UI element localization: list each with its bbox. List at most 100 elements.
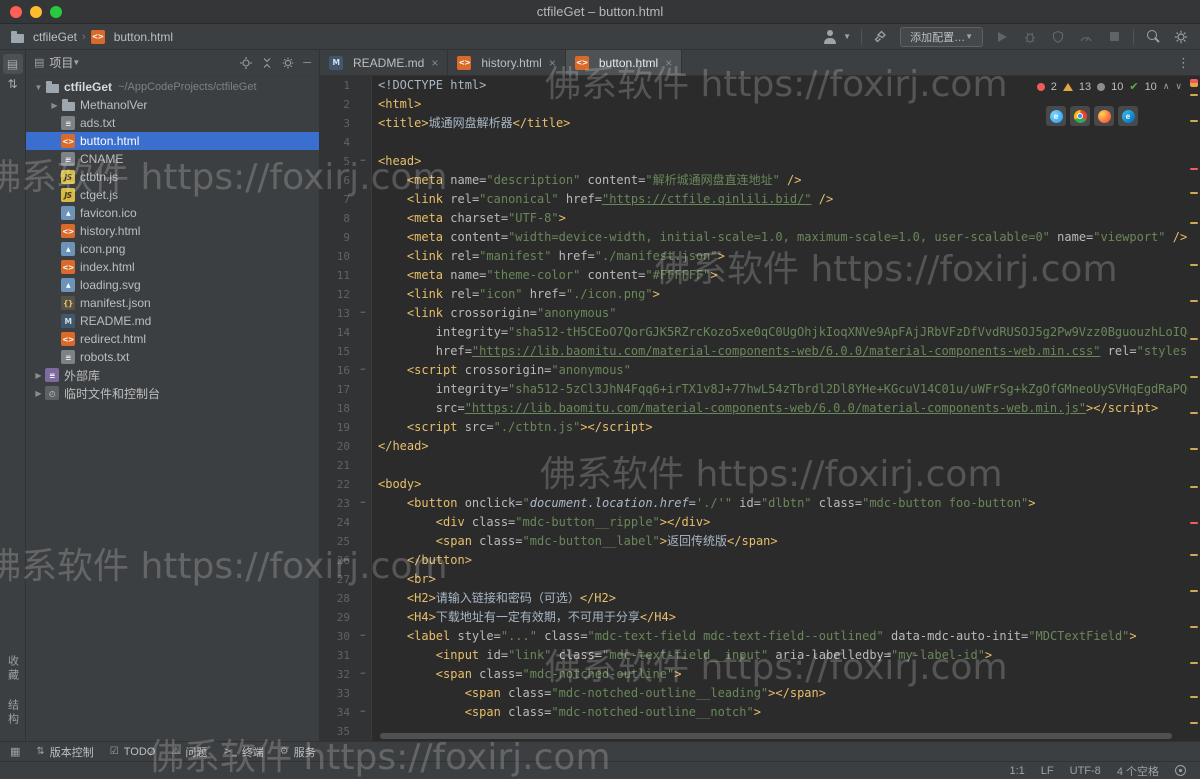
stripe-mark[interactable]	[1190, 554, 1198, 556]
stripe-mark[interactable]	[1190, 590, 1198, 592]
run-button[interactable]	[993, 28, 1011, 46]
code-line[interactable]: 29 <H4>下载地址有一定有效期，不可用于分享</H4>	[320, 608, 1188, 627]
stripe-mark[interactable]	[1190, 412, 1198, 414]
close-tab-icon[interactable]: ×	[549, 56, 556, 70]
line-number[interactable]: 4	[320, 133, 354, 152]
line-number[interactable]: 20	[320, 437, 354, 456]
line-number[interactable]: 18	[320, 399, 354, 418]
line-number[interactable]: 21	[320, 456, 354, 475]
code-line[interactable]: 27 <br>	[320, 570, 1188, 589]
editor-tab-button.html[interactable]: <>button.html×	[566, 50, 682, 75]
user-profile-icon[interactable]	[821, 28, 839, 46]
code-line[interactable]: 25 <span class="mdc-button__label">返回传统版…	[320, 532, 1188, 551]
line-number[interactable]: 5	[320, 152, 354, 171]
ie-browser-icon[interactable]: e	[1046, 106, 1066, 126]
fold-marker-icon[interactable]: −	[354, 494, 372, 513]
editor-tab-history.html[interactable]: <>history.html×	[448, 50, 565, 75]
add-configuration-button[interactable]: 添加配置…▼	[900, 27, 983, 47]
tree-item-ads.txt[interactable]: ≡ads.txt	[26, 114, 319, 132]
line-number[interactable]: 31	[320, 646, 354, 665]
locate-file-icon[interactable]	[240, 57, 252, 69]
code-line[interactable]: 23− <button onclick="document.location.h…	[320, 494, 1188, 513]
favorites-tool-button[interactable]: 收藏	[5, 655, 21, 683]
minimize-window-button[interactable]	[30, 6, 42, 18]
tree-item-ctget.js[interactable]: JSctget.js	[26, 186, 319, 204]
stripe-mark[interactable]	[1190, 662, 1198, 664]
tree-item-history.html[interactable]: <>history.html	[26, 222, 319, 240]
code-line[interactable]: 30− <label style="..." class="mdc-text-f…	[320, 627, 1188, 646]
fold-marker-icon[interactable]: −	[354, 665, 372, 684]
coverage-button[interactable]	[1049, 28, 1067, 46]
tree-item-loading.svg[interactable]: ▲loading.svg	[26, 276, 319, 294]
code-line[interactable]: 13− <link crossorigin="anonymous"	[320, 304, 1188, 323]
code-line[interactable]: 28 <H2>请输入链接和密码（可选）</H2>	[320, 589, 1188, 608]
code-line[interactable]: 11 <meta name="theme-color" content="#FF…	[320, 266, 1188, 285]
tool-window-button-终端[interactable]: >_终端	[223, 744, 263, 760]
line-number[interactable]: 30	[320, 627, 354, 646]
chevron-icon[interactable]: ▶	[32, 371, 45, 380]
stripe-mark[interactable]	[1190, 192, 1198, 194]
line-number[interactable]: 17	[320, 380, 354, 399]
line-number[interactable]: 8	[320, 209, 354, 228]
code-line[interactable]: 14 integrity="sha512-tH5CEoO7QorGJK5RZrc…	[320, 323, 1188, 342]
stripe-mark[interactable]	[1190, 522, 1198, 524]
line-number[interactable]: 24	[320, 513, 354, 532]
stripe-mark[interactable]	[1190, 120, 1198, 122]
close-window-button[interactable]	[10, 6, 22, 18]
line-number[interactable]: 23	[320, 494, 354, 513]
tree-item-CNAME[interactable]: ≡CNAME	[26, 150, 319, 168]
status-line-ending[interactable]: LF	[1041, 765, 1054, 777]
tool-window-button-TODO[interactable]: ☑TODO	[110, 746, 156, 758]
tree-item-MethanolVer[interactable]: ▶MethanolVer	[26, 96, 319, 114]
line-number[interactable]: 25	[320, 532, 354, 551]
tree-item-robots.txt[interactable]: ≡robots.txt	[26, 348, 319, 366]
code-line[interactable]: 21	[320, 456, 1188, 475]
line-number[interactable]: 9	[320, 228, 354, 247]
stripe-mark[interactable]	[1190, 168, 1198, 170]
code-line[interactable]: 9 <meta content="width=device-width, ini…	[320, 228, 1188, 247]
editor-tab-README.md[interactable]: MREADME.md×	[320, 50, 448, 75]
tool-window-button-服务[interactable]: ⚙服务	[280, 744, 316, 760]
line-number[interactable]: 11	[320, 266, 354, 285]
breadcrumb-item[interactable]: ctfileGet	[10, 30, 77, 44]
prev-problem-icon[interactable]: ∧	[1163, 81, 1170, 92]
code-area[interactable]: 1<!DOCTYPE html>2<html>3<title>城通网盘解析器</…	[320, 76, 1188, 741]
inspections-widget[interactable]: 2 13 10 ✔ 10 ∧ ∨	[1037, 80, 1182, 93]
line-number[interactable]: 2	[320, 95, 354, 114]
code-line[interactable]: 5−<head>	[320, 152, 1188, 171]
code-line[interactable]: 8 <meta charset="UTF-8">	[320, 209, 1188, 228]
line-number[interactable]: 3	[320, 114, 354, 133]
line-number[interactable]: 35	[320, 722, 354, 741]
line-number[interactable]: 26	[320, 551, 354, 570]
tree-item-ctfileGet[interactable]: ▼ctfileGet~/AppCodeProjects/ctfileGet	[26, 78, 319, 96]
code-line[interactable]: 10 <link rel="manifest" href="./manifest…	[320, 247, 1188, 266]
stripe-mark[interactable]	[1190, 696, 1198, 698]
code-line[interactable]: 4	[320, 133, 1188, 152]
code-line[interactable]: 26 </button>	[320, 551, 1188, 570]
next-problem-icon[interactable]: ∨	[1175, 81, 1182, 92]
tree-item-favicon.ico[interactable]: ▲favicon.ico	[26, 204, 319, 222]
line-number[interactable]: 14	[320, 323, 354, 342]
tree-item-redirect.html[interactable]: <>redirect.html	[26, 330, 319, 348]
collapse-all-icon[interactable]	[261, 57, 273, 69]
line-number[interactable]: 28	[320, 589, 354, 608]
fold-marker-icon[interactable]: −	[354, 703, 372, 722]
code-line[interactable]: 32− <span class="mdc-notched-outline">	[320, 665, 1188, 684]
line-number[interactable]: 10	[320, 247, 354, 266]
fold-marker-icon[interactable]: −	[354, 627, 372, 646]
chevron-icon[interactable]: ▶	[48, 101, 61, 110]
status-indent-size[interactable]: 4 个空格	[1117, 763, 1159, 779]
firefox-browser-icon[interactable]	[1094, 106, 1114, 126]
fold-marker-icon[interactable]: −	[354, 152, 372, 171]
line-number[interactable]: 15	[320, 342, 354, 361]
code-line[interactable]: 12 <link rel="icon" href="./icon.png">	[320, 285, 1188, 304]
edge-browser-icon[interactable]: e	[1118, 106, 1138, 126]
tab-options-icon[interactable]: ⋮	[1167, 55, 1200, 71]
line-number[interactable]: 33	[320, 684, 354, 703]
tree-item-README.md[interactable]: MREADME.md	[26, 312, 319, 330]
tree-item-外部库[interactable]: ▶≡外部库	[26, 366, 319, 384]
code-line[interactable]: 15 href="https://lib.baomitu.com/materia…	[320, 342, 1188, 361]
commit-tool-button[interactable]: ⇅	[3, 74, 23, 94]
chevron-icon[interactable]: ▶	[32, 389, 45, 398]
stripe-mark[interactable]	[1190, 338, 1198, 340]
